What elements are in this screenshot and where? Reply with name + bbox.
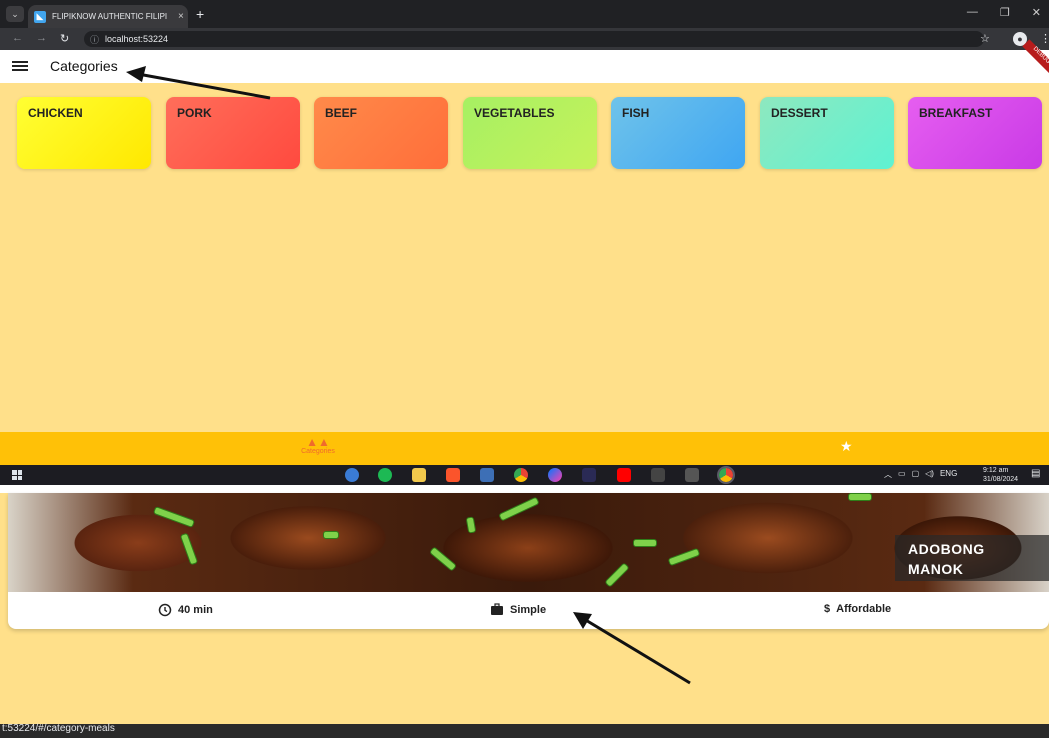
- affordability-text: Affordable: [836, 603, 892, 615]
- garnish: [498, 496, 540, 522]
- meal-affordability: $ Affordable: [824, 603, 891, 615]
- tab-search-button[interactable]: ⌄: [6, 6, 24, 22]
- taskbar-app-icon[interactable]: [685, 468, 699, 482]
- bottom-navigation-bar: [0, 432, 1049, 465]
- notifications-icon[interactable]: ▤: [1031, 468, 1040, 479]
- language-indicator[interactable]: ENG: [940, 469, 957, 480]
- bookmark-star-icon[interactable]: ☆: [980, 32, 990, 45]
- new-tab-button[interactable]: +: [196, 6, 204, 22]
- star-icon[interactable]: ★: [840, 438, 853, 455]
- youtube-icon[interactable]: [617, 468, 631, 482]
- chrome-icon[interactable]: [514, 468, 528, 482]
- garnish: [633, 539, 657, 547]
- category-card-vegetables[interactable]: VEGETABLES: [463, 97, 597, 169]
- steam-icon[interactable]: [480, 468, 494, 482]
- tab-title: FLIPIKNOW AUTHENTIC FILIPI: [52, 12, 168, 21]
- nav-label-categories: Categories: [301, 448, 335, 455]
- clock-icon: [158, 603, 172, 617]
- clock-date: 31/08/2024: [983, 476, 1019, 483]
- status-url: t:53224/#/category-meals: [2, 723, 115, 734]
- category-card-breakfast[interactable]: BREAKFAST: [908, 97, 1042, 169]
- file-explorer-icon[interactable]: [412, 468, 426, 482]
- system-tray: ︿ ▭ ▢ ◁) ENG: [884, 469, 957, 480]
- garnish: [465, 516, 477, 534]
- category-label: PORK: [177, 106, 212, 120]
- briefcase-icon: [491, 603, 503, 615]
- reload-icon[interactable]: ↻: [60, 32, 69, 45]
- page-title: Categories: [50, 58, 118, 74]
- categories-icon: ▲▲: [306, 435, 330, 449]
- restore-button[interactable]: ❐: [1000, 6, 1010, 19]
- battery-icon[interactable]: ▭: [898, 469, 906, 480]
- taskbar-app-icon[interactable]: [651, 468, 665, 482]
- meal-title-line: MANOK: [908, 561, 964, 577]
- category-label: DESSERT: [771, 106, 828, 120]
- brave-icon[interactable]: [446, 468, 460, 482]
- category-card-pork[interactable]: PORK: [166, 97, 300, 169]
- nav-tab-categories[interactable]: ▲▲ Categories: [280, 436, 356, 455]
- garnish: [604, 562, 630, 588]
- garnish: [179, 532, 199, 566]
- category-card-fish[interactable]: FISH: [611, 97, 745, 169]
- tab-close-icon[interactable]: ×: [178, 11, 184, 22]
- category-label: FISH: [622, 106, 650, 120]
- category-label: CHICKEN: [28, 106, 83, 120]
- volume-icon[interactable]: ◁): [925, 469, 934, 480]
- flutter-favicon-icon: ◣: [34, 10, 46, 23]
- category-label: BEEF: [325, 106, 358, 120]
- tray-chevron-icon[interactable]: ︿: [884, 469, 892, 480]
- meal-complexity: Simple: [490, 603, 546, 616]
- back-arrow-icon[interactable]: ←: [12, 32, 23, 44]
- meal-card[interactable]: ADOBONG MANOK 40 min Simple $ Affordable: [8, 493, 1049, 629]
- category-card-dessert[interactable]: DESSERT: [760, 97, 894, 169]
- browser-menu-icon[interactable]: ⋮: [1040, 32, 1049, 45]
- garnish: [667, 547, 701, 567]
- garnish: [152, 506, 196, 528]
- site-info-icon[interactable]: ⓘ: [90, 33, 99, 46]
- meal-title-line: ADOBONG: [908, 541, 985, 557]
- meal-image: ADOBONG MANOK: [8, 493, 1049, 592]
- screenshot-divider: [0, 485, 1049, 493]
- category-label: VEGETABLES: [474, 106, 555, 120]
- garnish: [848, 493, 872, 501]
- meal-duration: 40 min: [158, 603, 213, 617]
- display-icon[interactable]: ▢: [912, 469, 920, 480]
- menu-icon[interactable]: [12, 59, 28, 73]
- close-window-button[interactable]: ✕: [1032, 6, 1041, 19]
- chrome-active-icon[interactable]: [717, 466, 735, 484]
- taskbar-clock[interactable]: 9:12 am 31/08/2024: [983, 466, 1018, 484]
- window-controls: — ❐ ✕: [967, 6, 1041, 19]
- garnish: [323, 531, 339, 539]
- duration-text: 40 min: [178, 604, 213, 616]
- category-card-chicken[interactable]: CHICKEN: [17, 97, 151, 169]
- url-text: localhost:53224: [105, 34, 169, 44]
- meal-title: ADOBONG MANOK: [895, 535, 1049, 581]
- category-label: BREAKFAST: [919, 106, 993, 120]
- dollar-icon: $: [824, 603, 831, 615]
- taskbar-app-icon[interactable]: [345, 468, 359, 482]
- minimize-button[interactable]: —: [967, 6, 978, 19]
- app-bar: [0, 50, 1049, 83]
- garnish: [428, 546, 458, 572]
- browser-tab[interactable]: ◣ FLIPIKNOW AUTHENTIC FILIPI ×: [28, 5, 188, 28]
- category-card-beef[interactable]: BEEF: [314, 97, 448, 169]
- spotify-icon[interactable]: [378, 468, 392, 482]
- messenger-icon[interactable]: [548, 468, 562, 482]
- clock-time: 9:12 am: [983, 467, 1009, 474]
- url-field[interactable]: ⓘ localhost:53224: [84, 31, 984, 47]
- browser-status-bar: [0, 724, 1049, 738]
- complexity-text: Simple: [510, 603, 547, 616]
- forward-arrow-icon[interactable]: →: [36, 32, 47, 44]
- taskbar-app-icon[interactable]: [582, 468, 596, 482]
- windows-start-icon[interactable]: [12, 470, 22, 480]
